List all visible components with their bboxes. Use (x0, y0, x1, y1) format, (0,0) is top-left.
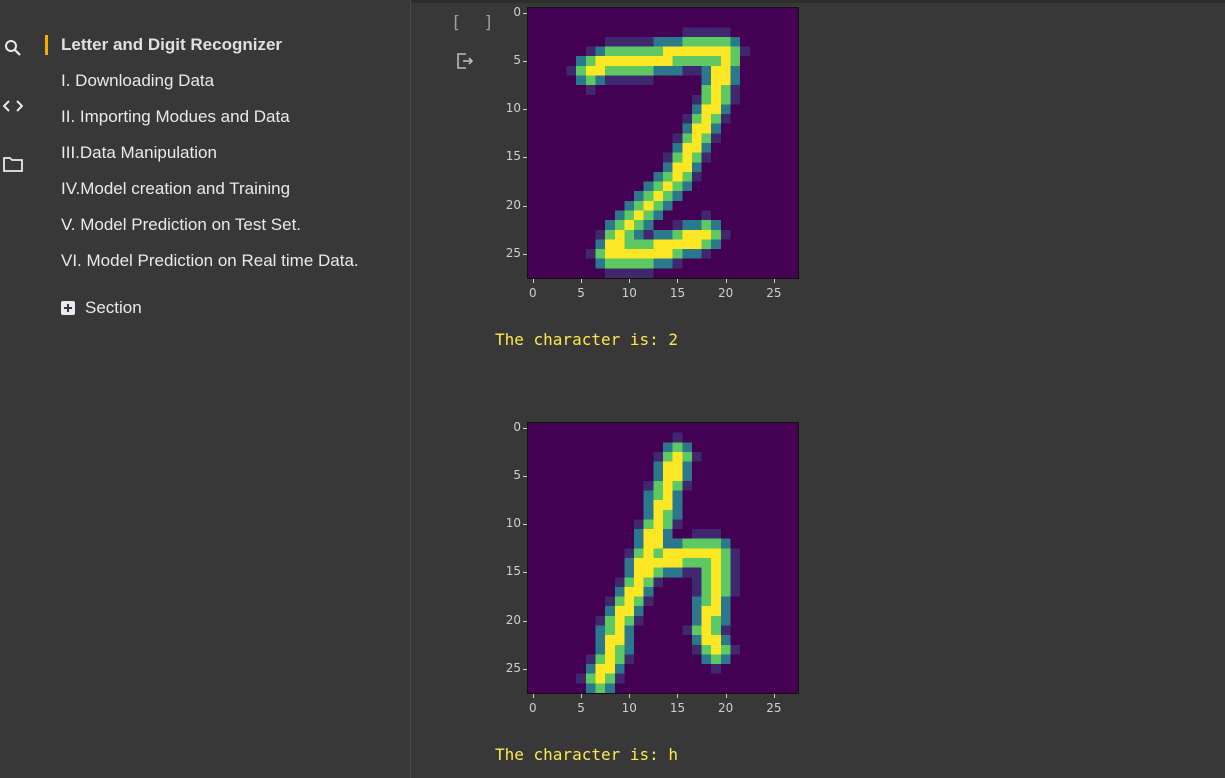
x-tick-mark (629, 694, 631, 698)
x-tick-mark (773, 279, 775, 283)
plot-1-image (528, 8, 798, 278)
toc-item-importing-modules[interactable]: II. Importing Modues and Data (61, 107, 290, 127)
y-tick-label: 0 (513, 4, 521, 19)
y-tick-mark (523, 572, 527, 574)
y-tick-label: 5 (513, 468, 521, 483)
y-tick-label: 25 (505, 660, 521, 675)
x-tick-label: 5 (577, 286, 585, 300)
y-tick-label: 15 (505, 564, 521, 579)
y-tick-mark (523, 476, 527, 478)
y-tick-mark (523, 61, 527, 63)
x-tick-label: 5 (577, 701, 585, 715)
output-text-2: The character is: h (495, 745, 679, 764)
y-tick-mark (523, 668, 527, 670)
toc-title[interactable]: Letter and Digit Recognizer (61, 35, 282, 55)
output-text-1: The character is: 2 (495, 330, 679, 349)
search-icon[interactable] (3, 38, 23, 58)
x-tick-label: 0 (528, 701, 537, 715)
y-tick-mark (523, 12, 527, 14)
x-tick-mark (773, 694, 775, 698)
x-tick-label: 10 (621, 701, 637, 715)
x-tick-label: 10 (621, 286, 637, 300)
x-tick-label: 20 (718, 701, 734, 715)
x-tick-mark (629, 279, 631, 283)
y-tick-mark (523, 620, 527, 622)
toc-item-prediction-real-time[interactable]: VI. Model Prediction on Real time Data. (61, 251, 359, 271)
y-tick-mark (523, 109, 527, 111)
output-menu-icon[interactable] (455, 51, 475, 71)
add-section-label: Section (85, 298, 142, 317)
y-tick-mark (523, 205, 527, 207)
table-of-contents: Letter and Digit Recognizer I. Downloadi… (30, 0, 410, 778)
x-tick-mark (725, 279, 727, 283)
x-tick-mark (677, 694, 679, 698)
y-tick-mark (523, 157, 527, 159)
x-tick-mark (581, 279, 583, 283)
plot-2-axes (527, 422, 799, 694)
toc-item-model-creation[interactable]: IV.Model creation and Training (61, 179, 290, 199)
add-section-button[interactable]: Section (61, 298, 142, 318)
heatmap-plot-1: 0 5 10 15 20 25 0 5 10 15 20 25 (490, 2, 820, 302)
toc-item-data-manipulation[interactable]: III.Data Manipulation (61, 143, 217, 163)
y-tick-mark (523, 427, 527, 429)
y-tick-mark (523, 253, 527, 255)
toc-item-prediction-test-set[interactable]: V. Model Prediction on Test Set. (61, 215, 301, 235)
y-tick-label: 20 (505, 197, 521, 212)
x-tick-label: 25 (766, 286, 782, 300)
y-tick-label: 15 (505, 149, 521, 164)
y-tick-label: 25 (505, 245, 521, 260)
active-section-marker (45, 35, 48, 55)
x-tick-mark (581, 694, 583, 698)
x-tick-label: 15 (669, 286, 686, 300)
y-tick-label: 20 (505, 612, 521, 627)
x-tick-label: 0 (528, 286, 537, 300)
y-tick-mark (523, 524, 527, 526)
y-tick-label: 10 (505, 101, 521, 116)
x-tick-mark (677, 279, 679, 283)
add-section-icon (61, 301, 75, 315)
x-tick-label: 25 (766, 701, 782, 715)
left-icon-bar (0, 0, 30, 778)
y-tick-label: 0 (513, 419, 521, 434)
panel-divider[interactable] (410, 0, 411, 778)
folder-icon[interactable] (3, 154, 23, 174)
heatmap-plot-2: 0 5 10 15 20 25 0 5 10 15 20 25 (490, 417, 820, 717)
x-tick-label: 20 (718, 286, 734, 300)
x-tick-mark (532, 279, 534, 283)
x-tick-label: 15 (669, 701, 686, 715)
x-tick-mark (532, 694, 534, 698)
code-icon[interactable] (3, 96, 23, 116)
y-tick-label: 5 (513, 53, 521, 68)
x-tick-mark (725, 694, 727, 698)
toc-item-downloading-data[interactable]: I. Downloading Data (61, 71, 214, 91)
plot-2-image (528, 423, 798, 693)
y-tick-label: 10 (505, 516, 521, 531)
plot-1-axes (527, 7, 799, 279)
